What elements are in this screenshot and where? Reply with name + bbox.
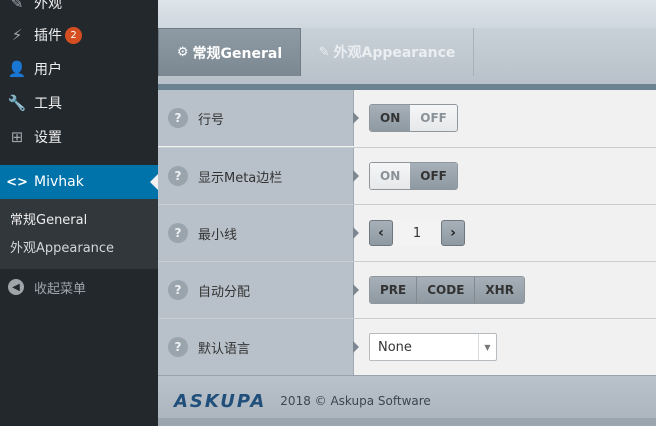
- setting-label-text: 最小线: [198, 227, 238, 243]
- setting-row-default-lang: ? 默认语言 None ▼: [158, 319, 656, 376]
- collapse-icon: ◀: [8, 279, 24, 295]
- submenu-item-general[interactable]: 常规General: [0, 207, 158, 235]
- collapse-menu-button[interactable]: ◀ 收起菜单: [0, 272, 158, 302]
- select-value: None: [378, 339, 412, 355]
- settings-icon: ⊞: [10, 128, 24, 146]
- chevron-right-icon: ›: [450, 225, 456, 241]
- option-code-button[interactable]: CODE: [416, 277, 475, 303]
- toggle-off-button[interactable]: OFF: [410, 163, 457, 189]
- setting-label-text: 默认语言: [198, 341, 251, 357]
- plugin-icon: ⚡: [11, 26, 23, 44]
- setting-label: ? 自动分配: [158, 262, 359, 318]
- toggle-off-button[interactable]: OFF: [410, 105, 457, 131]
- chevron-left-icon: ‹: [378, 225, 384, 241]
- sidebar-item-mivhak[interactable]: <> Mivhak: [0, 165, 158, 199]
- sidebar-item-label: 插件: [34, 28, 62, 44]
- update-badge: 2: [65, 26, 82, 44]
- setting-row-line-numbers: ? 行号 ON OFF: [158, 90, 656, 148]
- help-icon[interactable]: ?: [168, 166, 188, 186]
- setting-row-min-lines: ? 最小线 ‹ 1 ›: [158, 205, 656, 262]
- setting-label: ? 行号: [158, 90, 359, 146]
- meta-bar-toggle: ON OFF: [369, 162, 458, 190]
- sidebar-item-label: 设置: [34, 130, 62, 146]
- collapse-label: 收起菜单: [34, 281, 87, 297]
- setting-row-auto-assign: ? 自动分配 PRE CODE XHR: [158, 262, 656, 319]
- askupa-logo: ASKUPA: [174, 390, 267, 412]
- toggle-on-button[interactable]: ON: [370, 105, 411, 131]
- help-icon[interactable]: ?: [168, 337, 188, 357]
- toggle-on-button[interactable]: ON: [370, 163, 411, 189]
- option-pre-button[interactable]: PRE: [370, 277, 417, 303]
- gear-icon: ⚙: [176, 45, 189, 60]
- setting-row-meta-bar: ? 显示Meta边栏 ON OFF: [158, 148, 656, 205]
- sidebar-submenu: 常规General 外观Appearance: [0, 199, 158, 269]
- settings-panel: ? 行号 ON OFF ? 显示Meta边栏 ON OFF ? 最小线 ‹ 1 …: [158, 90, 656, 376]
- setting-label: ? 默认语言: [158, 319, 359, 375]
- brush-icon: ✎: [10, 0, 24, 12]
- pointer-notch: [353, 284, 359, 296]
- pointer-notch: [353, 341, 359, 353]
- active-indicator: [150, 174, 158, 190]
- sidebar-item-plugins[interactable]: ⚡ 插件 2: [0, 18, 158, 52]
- pointer-notch: [353, 170, 359, 182]
- setting-label-text: 显示Meta边栏: [198, 170, 283, 186]
- tab-appearance[interactable]: ✎ 外观Appearance: [301, 28, 474, 76]
- sidebar-item-label: 工具: [34, 96, 62, 112]
- min-lines-value[interactable]: 1: [393, 220, 441, 246]
- tab-label: 常规General: [192, 45, 283, 62]
- increment-button[interactable]: ›: [441, 220, 465, 246]
- setting-label: ? 显示Meta边栏: [158, 148, 359, 204]
- admin-sidebar: ✎ 外观 ⚡ 插件 2 👤 用户 🔧 工具 ⊞ 设置 <> Mivhak 常规G…: [0, 0, 158, 426]
- tab-label: 外观Appearance: [333, 45, 456, 61]
- copyright-text: 2018 © Askupa Software: [280, 394, 431, 408]
- help-icon[interactable]: ?: [168, 108, 188, 128]
- pointer-notch: [353, 112, 359, 124]
- wrench-icon: 🔧: [7, 94, 27, 112]
- setting-label-text: 自动分配: [198, 284, 251, 300]
- setting-label: ? 最小线: [158, 205, 359, 261]
- setting-label-text: 行号: [198, 112, 225, 128]
- user-icon: 👤: [7, 60, 27, 78]
- footer-edge: [158, 418, 656, 426]
- min-lines-stepper: ‹ 1 ›: [369, 220, 465, 246]
- help-icon[interactable]: ?: [168, 223, 188, 243]
- submenu-item-appearance[interactable]: 外观Appearance: [0, 235, 158, 263]
- sidebar-item-settings[interactable]: ⊞ 设置: [0, 120, 158, 154]
- pointer-notch: [353, 227, 359, 239]
- sidebar-item-label: 用户: [34, 62, 62, 78]
- brush-icon: ✎: [318, 44, 330, 60]
- tab-general[interactable]: ⚙ 常规General: [158, 28, 301, 76]
- option-xhr-button[interactable]: XHR: [474, 277, 524, 303]
- line-numbers-toggle: ON OFF: [369, 104, 458, 132]
- auto-assign-options: PRE CODE XHR: [369, 276, 525, 304]
- default-language-select[interactable]: None ▼: [369, 333, 497, 361]
- sidebar-item-label: Mivhak: [34, 174, 84, 190]
- sidebar-item-tools[interactable]: 🔧 工具: [0, 86, 158, 120]
- sidebar-item-appearance[interactable]: ✎ 外观: [0, 0, 158, 20]
- code-icon: <>: [6, 174, 28, 190]
- top-band: [158, 0, 656, 28]
- tab-bar: ⚙ 常规General ✎ 外观Appearance: [158, 28, 656, 90]
- help-icon[interactable]: ?: [168, 280, 188, 300]
- sidebar-item-label: 外观: [34, 0, 62, 12]
- decrement-button[interactable]: ‹: [369, 220, 393, 246]
- sidebar-item-users[interactable]: 👤 用户: [0, 52, 158, 86]
- chevron-down-icon: ▼: [478, 334, 496, 360]
